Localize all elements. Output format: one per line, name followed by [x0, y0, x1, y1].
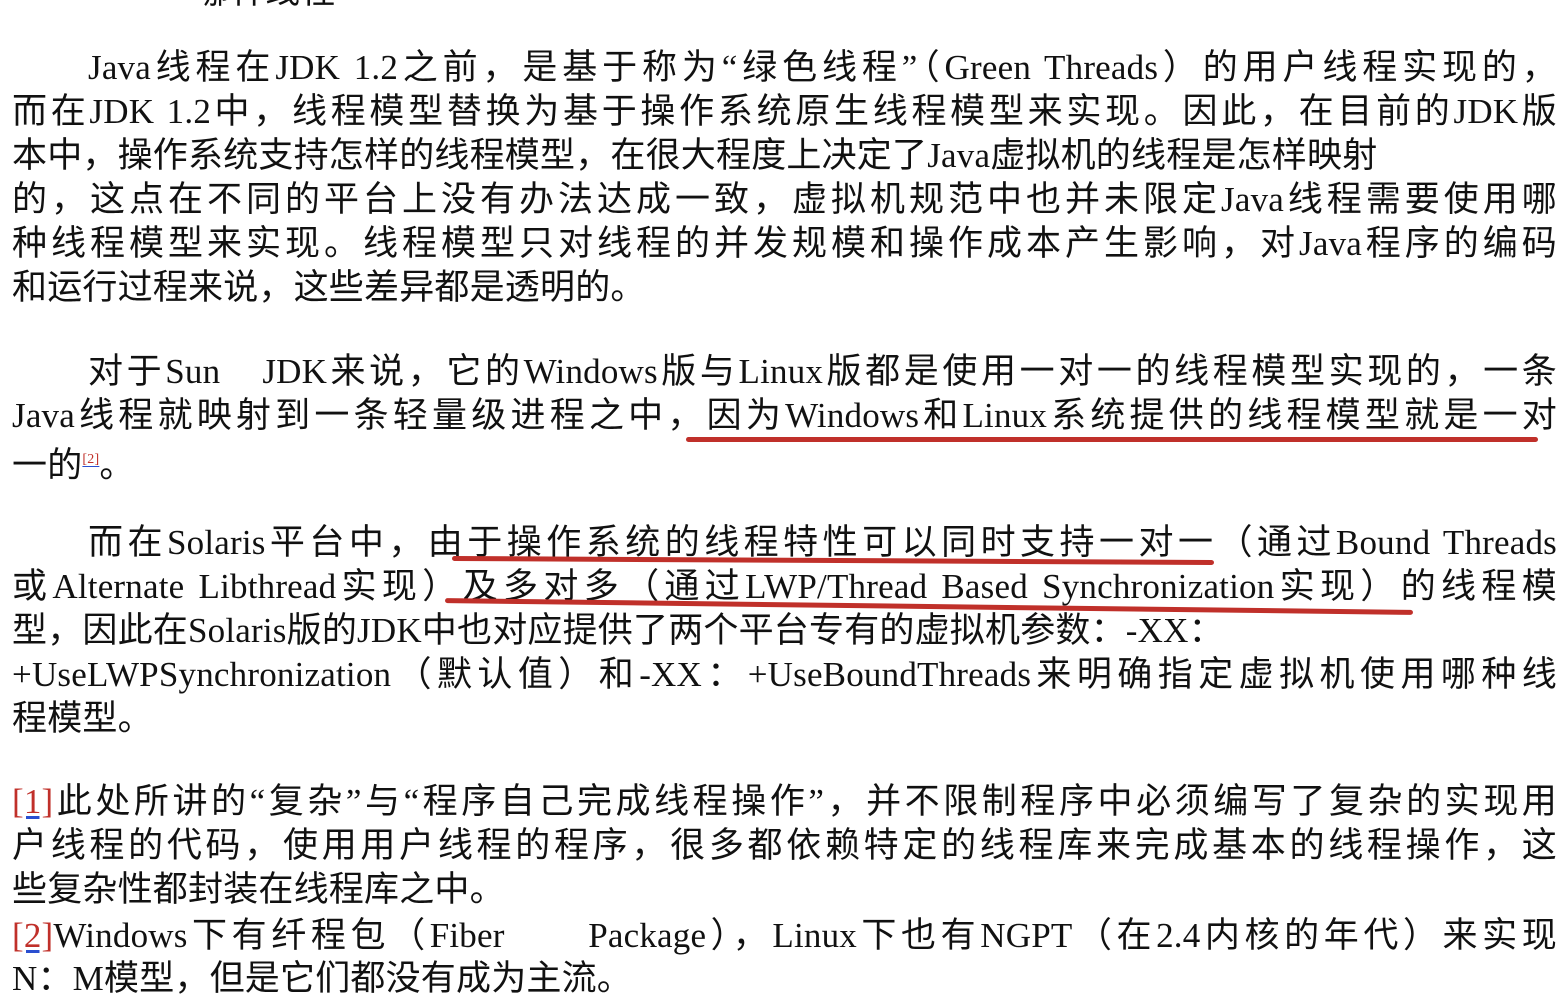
footnote-2-link[interactable]: [2]	[12, 916, 53, 955]
paragraph-3-line-5: 程模型。	[12, 699, 153, 738]
footnote-2-line-1: [2]Windows下有纤程包（Fiber Package），Linux下也有N…	[12, 914, 1557, 958]
paragraph-2-line-3-text: 一的	[12, 446, 83, 485]
paragraph-2-line-3-end: 。	[99, 446, 135, 485]
paragraph-3-line-4: +UseLWPSynchronization（默认值）和-XX：+UseBoun…	[12, 655, 1557, 694]
footnote-1-link[interactable]: [1]	[12, 782, 53, 821]
document-page: 哪种线程 Java线程在JDK 1.2之前，是基于称为“绿色线程”（Green …	[0, 0, 1566, 1002]
paragraph-1-line-5: 种线程模型来实现。线程模型只对线程的并发规模和操作成本产生影响，对Java程序的…	[12, 224, 1557, 263]
footnote-2-text: Windows下有纤程包（Fiber Package），Linux下也有NGPT…	[53, 916, 1557, 955]
paragraph-1-line-4: 的，这点在不同的平台上没有办法达成一致，虚拟机规范中也并未限定Java线程需要使…	[12, 180, 1557, 219]
paragraph-1-line-3: 本中，操作系统支持怎样的线程模型，在很大程度上决定了Java虚拟机的线程是怎样映…	[12, 136, 1378, 175]
footnote-1-line-2: 户线程的代码，使用用户线程的程序，很多都依赖特定的线程库来完成基本的线程操作，这	[12, 826, 1557, 865]
footnote-1-text: 此处所讲的“复杂”与“程序自己完成线程操作”，并不限制程序中必须编写了复杂的实现…	[53, 782, 1557, 821]
footnote-1-line-1: [1]此处所讲的“复杂”与“程序自己完成线程操作”，并不限制程序中必须编写了复杂…	[12, 780, 1557, 824]
paragraph-2-line-2: Java线程就映射到一条轻量级进程之中，因为Windows和Linux系统提供的…	[12, 396, 1557, 435]
footnote-2-line-2: N：M模型，但是它们都没有成为主流。	[12, 959, 632, 998]
footnote-ref-2-link[interactable]: [2]	[82, 452, 99, 467]
footnote-1-line-3: 些复杂性都封装在线程库之中。	[12, 870, 505, 909]
annotation-underline-1	[686, 437, 1538, 442]
paragraph-2-line-1: 对于Sun JDK来说，它的Windows版与Linux版都是使用一对一的线程模…	[88, 352, 1557, 391]
paragraph-3-line-3: 型，因此在Solaris版的JDK中也对应提供了两个平台专有的虚拟机参数：-XX…	[12, 611, 1224, 650]
paragraph-2-line-3: 一的[2]。	[12, 438, 1557, 485]
top-cut-text: 哪种线程	[195, 0, 335, 14]
paragraph-1-line-2: 而在JDK 1.2中，线程模型替换为基于操作系统原生线程模型来实现。因此，在目前…	[12, 92, 1557, 131]
paragraph-1-line-1: Java线程在JDK 1.2之前，是基于称为“绿色线程”（Green Threa…	[88, 48, 1557, 87]
paragraph-1-line-6: 和运行过程来说，这些差异都是透明的。	[12, 268, 646, 307]
